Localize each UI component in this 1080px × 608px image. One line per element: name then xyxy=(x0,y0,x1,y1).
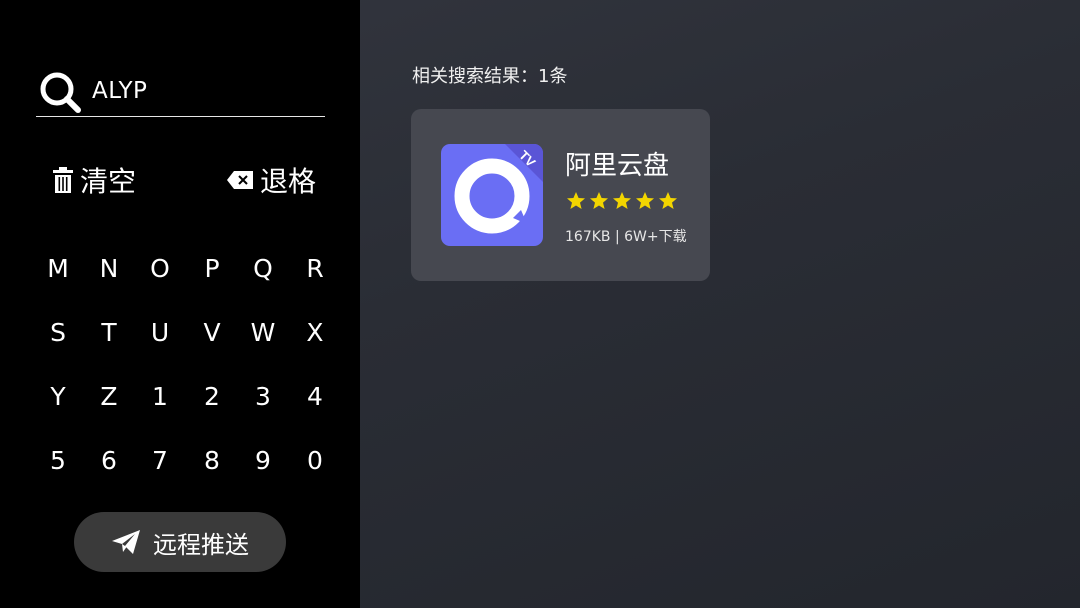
remote-push-button[interactable]: 远程推送 xyxy=(74,512,286,572)
search-bar[interactable]: ALYP xyxy=(36,66,325,117)
star-icon xyxy=(659,192,677,209)
keyboard-panel: ALYP 清空 退格 MNOPQR STUVWX YZ1234 567890 远程推送 xyxy=(0,0,360,608)
key-8[interactable]: 8 xyxy=(192,440,232,480)
key-u[interactable]: U xyxy=(140,312,180,352)
key-s[interactable]: S xyxy=(38,312,78,352)
key-6[interactable]: 6 xyxy=(89,440,129,480)
key-v[interactable]: V xyxy=(192,312,232,352)
key-3[interactable]: 3 xyxy=(243,376,283,416)
key-t[interactable]: T xyxy=(89,312,129,352)
key-7[interactable]: 7 xyxy=(140,440,180,480)
search-icon xyxy=(40,72,81,113)
app-result-card[interactable]: TV 阿里云盘 167KB | 6W+下载 xyxy=(411,109,710,281)
clear-button[interactable]: 清空 xyxy=(52,158,136,202)
star-icon xyxy=(613,192,631,209)
clear-label: 清空 xyxy=(80,165,137,198)
paper-plane-icon xyxy=(112,530,140,554)
key-n[interactable]: N xyxy=(89,248,129,288)
backspace-icon xyxy=(227,171,253,189)
key-w[interactable]: W xyxy=(243,312,283,352)
key-5[interactable]: 5 xyxy=(38,440,78,480)
key-2[interactable]: 2 xyxy=(192,376,232,416)
backspace-label: 退格 xyxy=(260,165,317,198)
app-meta: 167KB | 6W+下载 xyxy=(565,229,687,245)
star-icon xyxy=(636,192,654,209)
app-name: 阿里云盘 xyxy=(565,151,670,181)
star-icon xyxy=(590,192,608,209)
key-4[interactable]: 4 xyxy=(295,376,335,416)
remote-push-label: 远程推送 xyxy=(153,530,249,559)
key-y[interactable]: Y xyxy=(38,376,78,416)
key-9[interactable]: 9 xyxy=(243,440,283,480)
star-icon xyxy=(567,192,585,209)
trash-icon xyxy=(53,167,73,193)
search-query: ALYP xyxy=(92,78,148,104)
key-m[interactable]: M xyxy=(38,248,78,288)
key-z[interactable]: Z xyxy=(89,376,129,416)
key-p[interactable]: P xyxy=(192,248,232,288)
search-results-header: 相关搜索结果：1条 xyxy=(412,66,568,87)
key-x[interactable]: X xyxy=(295,312,335,352)
key-1[interactable]: 1 xyxy=(140,376,180,416)
backspace-button[interactable]: 退格 xyxy=(226,158,316,202)
key-o[interactable]: O xyxy=(140,248,180,288)
key-q[interactable]: Q xyxy=(243,248,283,288)
key-0[interactable]: 0 xyxy=(295,440,335,480)
aliyun-drive-app-icon: TV xyxy=(441,144,543,246)
key-r[interactable]: R xyxy=(295,248,335,288)
rating-stars xyxy=(566,191,681,211)
